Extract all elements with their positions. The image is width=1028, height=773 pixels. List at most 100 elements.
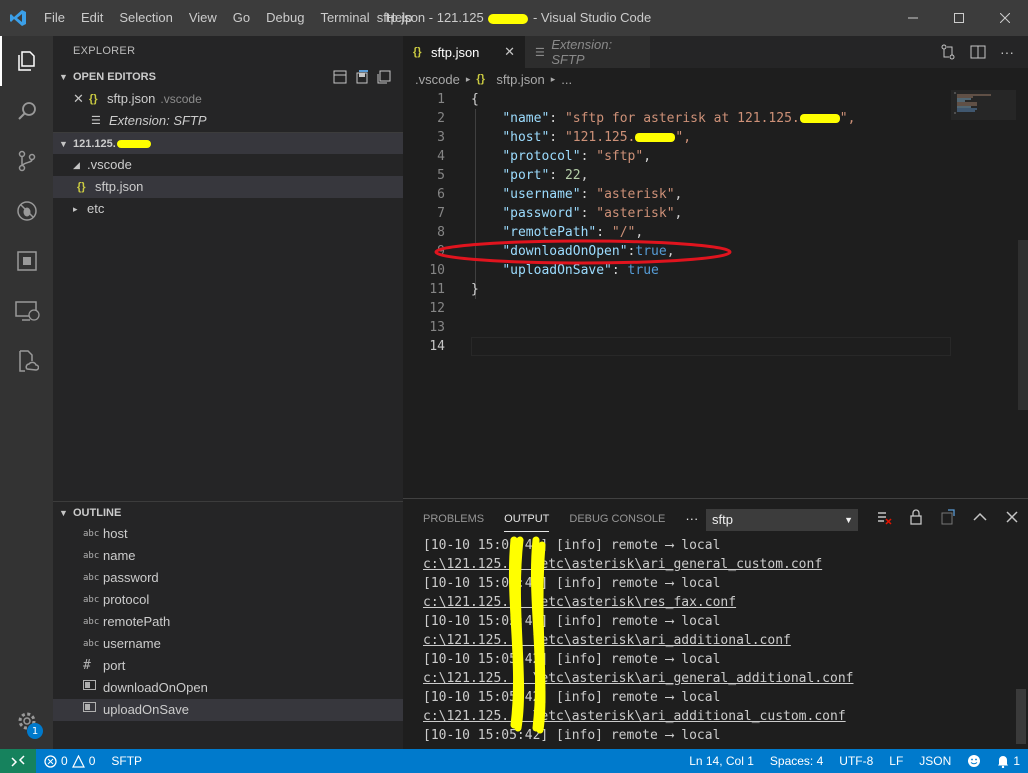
outline-item[interactable]: uploadOnSave: [53, 699, 403, 721]
menu-file[interactable]: File: [36, 0, 73, 36]
bottom-panel: PROBLEMS OUTPUT DEBUG CONSOLE ··· sftp ▼…: [403, 498, 1028, 749]
tree-item-etc-folder[interactable]: ▸ etc: [53, 198, 403, 220]
editor-scrollbar[interactable]: [1018, 240, 1028, 410]
outline-item[interactable]: abc remotePath: [53, 611, 403, 633]
code-line: 7 "password": "asterisk",: [403, 204, 963, 223]
output-channel-value: sftp: [712, 512, 733, 527]
breadcrumb-symbol[interactable]: ...: [561, 72, 572, 87]
problems-indicator[interactable]: 0 0: [36, 749, 103, 773]
debug-icon[interactable]: [0, 186, 53, 236]
close-all-icon[interactable]: [377, 70, 391, 84]
tab-sftp-json[interactable]: {} sftp.json ✕: [403, 36, 525, 68]
line-number: 6: [437, 187, 445, 202]
tab-debug-console[interactable]: DEBUG CONSOLE: [569, 499, 665, 539]
vscode-logo-icon: [0, 0, 36, 36]
code-editor[interactable]: 1{ 2 "name": "sftp for asterisk at 121.1…: [403, 90, 1028, 498]
string-symbol-icon: abc: [83, 617, 100, 627]
tab-extension-sftp[interactable]: ☰ Extension: SFTP: [525, 36, 650, 68]
tab-problems[interactable]: PROBLEMS: [423, 499, 484, 539]
extension-page-icon: ☰: [535, 46, 545, 59]
tree-item-vscode-folder[interactable]: ◢ .vscode: [53, 154, 403, 176]
outline-item[interactable]: abc password: [53, 567, 403, 589]
outline-item[interactable]: abc host: [53, 523, 403, 545]
menu-selection[interactable]: Selection: [111, 0, 180, 36]
cursor-position[interactable]: Ln 14, Col 1: [681, 749, 762, 773]
chevron-up-icon[interactable]: [972, 509, 988, 525]
menu-view[interactable]: View: [181, 0, 225, 36]
open-changes-icon[interactable]: [940, 44, 956, 60]
outline-item-label: password: [103, 570, 159, 585]
language-mode[interactable]: JSON: [911, 749, 959, 773]
source-control-icon[interactable]: [0, 136, 53, 186]
output-path-line[interactable]: c:\121.125. \etc\asterisk\ari_additional…: [423, 707, 846, 726]
minimap[interactable]: [951, 90, 1016, 498]
minimize-button[interactable]: [890, 0, 936, 36]
outline-item[interactable]: abc name: [53, 545, 403, 567]
more-panels-icon[interactable]: ···: [685, 499, 698, 539]
indentation[interactable]: Spaces: 4: [762, 749, 831, 773]
chevron-down-icon: ◢: [73, 160, 80, 170]
more-actions-icon[interactable]: ···: [1000, 44, 1014, 60]
close-window-button[interactable]: [982, 0, 1028, 36]
close-icon[interactable]: ✕: [73, 88, 89, 110]
json-string-tail: ",: [675, 130, 692, 145]
line-number: 1: [437, 92, 445, 107]
menu-go[interactable]: Go: [225, 0, 258, 36]
json-number: 22: [564, 168, 581, 183]
extensions-icon[interactable]: [0, 236, 53, 286]
sftp-explorer-icon[interactable]: [0, 336, 53, 386]
manage-gear-button[interactable]: 1: [0, 701, 53, 741]
notifications-button[interactable]: 1: [989, 749, 1028, 773]
close-panel-icon[interactable]: [1004, 509, 1020, 525]
feedback-smiley-icon[interactable]: [959, 749, 989, 773]
open-editors-header[interactable]: ▼ OPEN EDITORS: [53, 66, 403, 88]
outline-item[interactable]: # port: [53, 655, 403, 677]
search-icon[interactable]: [0, 86, 53, 136]
tab-output[interactable]: OUTPUT: [504, 506, 550, 532]
open-editor-item[interactable]: ✕ {} sftp.json .vscode: [53, 88, 403, 110]
clear-output-icon[interactable]: [876, 509, 892, 525]
menu-debug[interactable]: Debug: [258, 0, 312, 36]
outline-item[interactable]: downloadOnOpen: [53, 677, 403, 699]
code-line: 6 "username": "asterisk",: [403, 185, 963, 204]
explorer-icon[interactable]: [0, 36, 53, 86]
menu-edit[interactable]: Edit: [73, 0, 111, 36]
lock-icon[interactable]: [908, 509, 924, 525]
outline-item[interactable]: abc protocol: [53, 589, 403, 611]
output-path-line[interactable]: c:\121.125. \etc\asterisk\ari_general_ad…: [423, 669, 853, 688]
menu-terminal[interactable]: Terminal: [312, 0, 377, 36]
outline-item-label: downloadOnOpen: [103, 680, 208, 695]
output-line: [10-10 15:05:42] [info] remote ⟶ local: [423, 614, 721, 629]
encoding[interactable]: UTF-8: [831, 749, 881, 773]
split-editor-icon[interactable]: [970, 44, 986, 60]
line-number: 9: [437, 244, 445, 259]
breadcrumb-folder[interactable]: .vscode: [415, 72, 460, 87]
workspace-header[interactable]: ▼ 121.125.: [53, 132, 403, 154]
output-path-line[interactable]: c:\121.125. \etc\asterisk\ari_general_cu…: [423, 555, 822, 574]
sftp-status[interactable]: SFTP: [103, 749, 150, 773]
outline-header[interactable]: ▼ OUTLINE: [53, 501, 403, 523]
menu-bar: File Edit Selection View Go Debug Termin…: [36, 0, 420, 36]
save-all-icon[interactable]: [355, 70, 369, 84]
output-path-line[interactable]: c:\121.125. \etc\asterisk\ari_additional…: [423, 631, 791, 650]
open-editor-item[interactable]: ☰ Extension: SFTP: [53, 110, 403, 132]
output-path-line[interactable]: c:\121.125. \etc\asterisk\res_fax.conf: [423, 593, 736, 612]
end-of-line[interactable]: LF: [881, 749, 911, 773]
outline-item[interactable]: abc username: [53, 633, 403, 655]
output-channel-select[interactable]: sftp ▼: [706, 509, 858, 531]
warning-count: 0: [88, 754, 96, 768]
panel-scrollbar[interactable]: [1014, 539, 1028, 749]
menu-help[interactable]: Help: [378, 0, 421, 36]
code-line: 12: [403, 299, 963, 318]
json-key: "username": [502, 187, 581, 202]
open-log-file-icon[interactable]: [940, 509, 956, 525]
breadcrumb-file[interactable]: sftp.json: [496, 72, 544, 87]
maximize-button[interactable]: [936, 0, 982, 36]
tree-item-sftp-json[interactable]: {} sftp.json: [53, 176, 403, 198]
close-icon[interactable]: ✕: [504, 44, 515, 60]
code-line: 10 "uploadOnSave": true: [403, 261, 963, 280]
remote-explorer-icon[interactable]: [0, 286, 53, 336]
json-string-tail: ",: [839, 111, 856, 126]
remote-indicator-button[interactable]: [0, 749, 36, 773]
new-untitled-file-icon[interactable]: [333, 70, 347, 84]
